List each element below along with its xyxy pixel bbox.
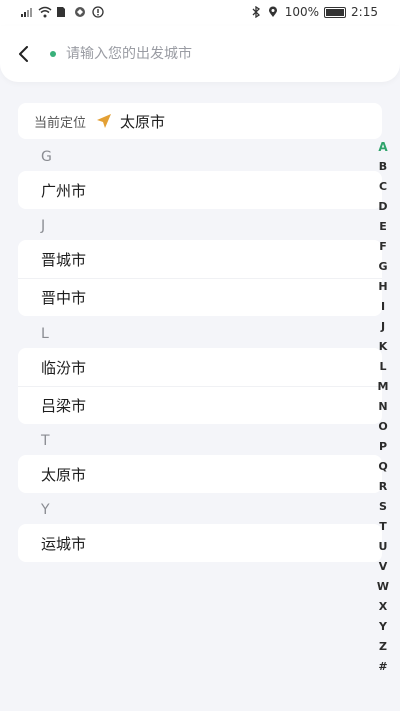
city-item[interactable]: 晋中市: [18, 278, 382, 316]
city-item[interactable]: 晋城市: [18, 240, 382, 278]
wifi-icon: [38, 6, 52, 18]
sim-card-icon: [56, 6, 68, 18]
alphabet-index-letter[interactable]: Y: [372, 617, 394, 637]
current-location-card[interactable]: 当前定位 太原市: [18, 103, 382, 139]
section-header-y: Y: [41, 502, 50, 518]
alphabet-index-letter[interactable]: L: [372, 357, 394, 377]
current-location-label: 当前定位: [34, 115, 87, 131]
alphabet-index-letter[interactable]: R: [372, 477, 394, 497]
section-card-y: 运城市: [18, 524, 382, 562]
battery-percent: 100%: [284, 5, 320, 19]
city-item[interactable]: 太原市: [18, 455, 382, 493]
current-location-city: 太原市: [120, 112, 166, 131]
alphabet-index-letter[interactable]: W: [372, 577, 394, 597]
alphabet-index-letter[interactable]: X: [372, 597, 394, 617]
alert-icon: [92, 6, 104, 18]
search-header: [0, 26, 400, 82]
section-header-g: G: [41, 149, 52, 165]
battery-icon: [324, 6, 347, 18]
bluetooth-icon: [251, 5, 263, 19]
alphabet-index-letter[interactable]: U: [372, 537, 394, 557]
alphabet-index-letter[interactable]: G: [372, 257, 394, 277]
search-indicator-dot: [50, 51, 56, 57]
section-card-j: 晋城市 晋中市: [18, 240, 382, 316]
city-item[interactable]: 吕梁市: [18, 386, 382, 424]
city-item[interactable]: 广州市: [18, 171, 382, 209]
alphabet-index: A B C D E F G H I J K L M N O P Q R S T …: [372, 137, 394, 677]
alphabet-index-letter[interactable]: V: [372, 557, 394, 577]
alphabet-index-letter[interactable]: P: [372, 437, 394, 457]
location-pin-icon: [268, 6, 280, 18]
back-button[interactable]: [10, 40, 38, 68]
departure-city-search-input[interactable]: [66, 46, 366, 62]
alphabet-index-letter[interactable]: O: [372, 417, 394, 437]
alphabet-index-letter[interactable]: J: [372, 317, 394, 337]
city-item[interactable]: 临汾市: [18, 348, 382, 386]
alphabet-index-letter[interactable]: S: [372, 497, 394, 517]
section-header-j: J: [41, 218, 46, 234]
alphabet-index-letter[interactable]: F: [372, 237, 394, 257]
section-card-l: 临汾市 吕梁市: [18, 348, 382, 424]
section-card-t: 太原市: [18, 455, 382, 493]
alphabet-index-letter[interactable]: B: [372, 157, 394, 177]
alphabet-index-letter[interactable]: M: [372, 377, 394, 397]
search-bar: [50, 42, 380, 66]
city-item[interactable]: 运城市: [18, 524, 382, 562]
section-header-t: T: [41, 433, 50, 449]
clock-time: 2:15: [351, 5, 378, 19]
section-card-g: 广州市: [18, 171, 382, 209]
vpn-icon: [74, 6, 86, 18]
status-right-icons: 100% 2:15: [251, 5, 378, 19]
alphabet-index-letter[interactable]: Q: [372, 457, 394, 477]
alphabet-index-letter-a[interactable]: A: [372, 137, 394, 157]
section-header-l: L: [41, 326, 49, 342]
no-sim-signal-icon: [20, 6, 32, 18]
status-bar: 100% 2:15: [0, 0, 400, 26]
alphabet-index-letter[interactable]: Z: [372, 637, 394, 657]
navigation-arrow-icon: [96, 113, 112, 129]
chevron-left-icon: [19, 46, 28, 62]
alphabet-index-letter[interactable]: #: [372, 657, 394, 677]
alphabet-index-letter[interactable]: E: [372, 217, 394, 237]
alphabet-index-letter[interactable]: K: [372, 337, 394, 357]
status-left-icons: [20, 6, 104, 18]
alphabet-index-letter[interactable]: C: [372, 177, 394, 197]
alphabet-index-letter[interactable]: H: [372, 277, 394, 297]
alphabet-index-letter[interactable]: D: [372, 197, 394, 217]
alphabet-index-letter[interactable]: N: [372, 397, 394, 417]
alphabet-index-letter[interactable]: T: [372, 517, 394, 537]
alphabet-index-letter[interactable]: I: [372, 297, 394, 317]
